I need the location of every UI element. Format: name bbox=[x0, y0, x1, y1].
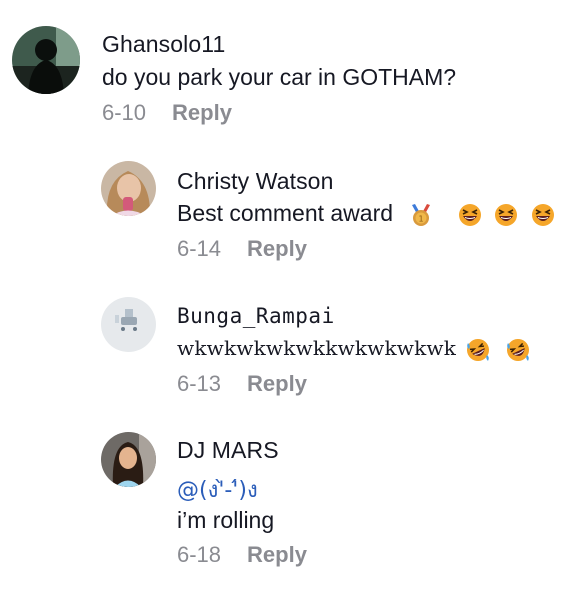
comment-text: i’m rolling bbox=[177, 507, 275, 533]
rolling-on-floor-laughing-icon bbox=[505, 337, 531, 363]
reply-button[interactable]: Reply bbox=[247, 236, 307, 261]
medal-icon: 1 bbox=[409, 203, 433, 227]
comment-text-body: wkwkwkwkwkkwkwkwkwk bbox=[177, 336, 457, 360]
rolling-on-floor-laughing-icon bbox=[465, 337, 491, 363]
comment-date: 6-10 bbox=[102, 100, 147, 125]
avatar[interactable] bbox=[101, 297, 156, 352]
comment-username[interactable]: DJ MARS bbox=[177, 437, 279, 464]
grinning-squinting-face-icon bbox=[494, 203, 518, 227]
comment-text: Best comment award 1 bbox=[177, 200, 555, 227]
comment-meta: 6-13 Reply bbox=[177, 371, 307, 397]
comment-meta: 6-14 Reply bbox=[177, 236, 307, 262]
comment-text-body: Best comment award bbox=[177, 200, 394, 226]
comment-item: DJ MARS @(ง'̀-'́)ง i’m rolling 6-18 Reply bbox=[0, 0, 571, 567]
avatar[interactable] bbox=[101, 161, 156, 216]
comment-meta: 6-18 Reply bbox=[177, 542, 307, 568]
grinning-squinting-face-icon bbox=[531, 203, 555, 227]
comment-username[interactable]: Bunga_Rampai bbox=[177, 304, 335, 328]
comment-meta: 6-10 Reply bbox=[102, 100, 232, 126]
svg-text:1: 1 bbox=[419, 214, 424, 223]
comment-date: 6-18 bbox=[177, 542, 222, 567]
comment-text: do you park your car in GOTHAM? bbox=[102, 64, 457, 90]
avatar[interactable] bbox=[12, 26, 80, 94]
comment-item: Ghansolo11 do you park your car in GOTHA… bbox=[0, 0, 571, 140]
comment-date: 6-13 bbox=[177, 371, 222, 396]
comment-text: wkwkwkwkwkkwkwkwkwk bbox=[177, 336, 531, 363]
reply-button[interactable]: Reply bbox=[247, 371, 307, 396]
grinning-squinting-face-icon bbox=[458, 203, 482, 227]
comment-thread: Ghansolo11 do you park your car in GOTHA… bbox=[0, 0, 571, 593]
comment-mention[interactable]: @(ง'̀-'́)ง bbox=[177, 472, 258, 507]
reply-button[interactable]: Reply bbox=[247, 542, 307, 567]
avatar[interactable] bbox=[101, 432, 156, 487]
comment-date: 6-14 bbox=[177, 236, 222, 261]
comment-username[interactable]: Christy Watson bbox=[177, 168, 333, 195]
reply-button[interactable]: Reply bbox=[172, 100, 232, 125]
comment-username[interactable]: Ghansolo11 bbox=[102, 31, 225, 58]
